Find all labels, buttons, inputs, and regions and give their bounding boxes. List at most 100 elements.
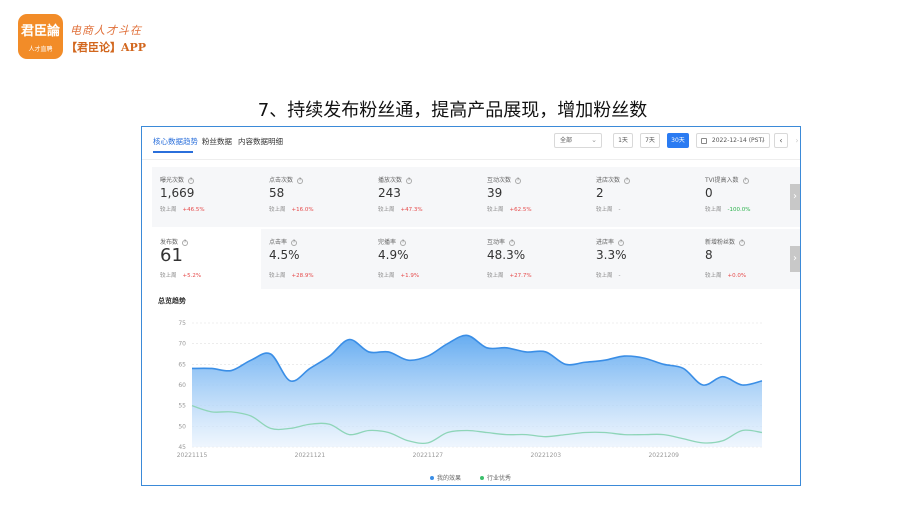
metric-label-text: 曝光次数	[160, 177, 185, 184]
legend-label[interactable]: 我的效果	[437, 474, 461, 482]
metric-value: 48.3%	[487, 248, 526, 262]
y-tick-label: 45	[178, 444, 186, 451]
tab-fans-data[interactable]: 粉丝数据	[202, 136, 232, 147]
metric-compare: 较上周 +5.2%	[160, 271, 201, 279]
metric-compare: 较上周 -100.0%	[705, 205, 750, 213]
metric-label-text: 播放次数	[378, 177, 403, 184]
compare-label: 较上周	[705, 207, 722, 213]
tab-core-trends[interactable]: 核心数据趋势	[153, 136, 198, 147]
next-date-button[interactable]: ›	[790, 133, 800, 148]
help-icon[interactable]: ?	[739, 239, 746, 246]
active-tab-indicator	[153, 151, 193, 153]
compare-label: 较上周	[160, 207, 177, 213]
filter-select-value: 全部	[560, 137, 573, 144]
logo-subtext: 人才直聘	[28, 46, 53, 53]
metric-card[interactable]: 进店率? 3.3% 较上周 -	[588, 229, 697, 289]
metric-delta: +0.0%	[727, 273, 747, 279]
tab-bar: 核心数据趋势 粉丝数据 内容数据明细	[142, 127, 542, 155]
metric-delta: -	[618, 273, 621, 279]
trend-section-title: 总览趋势	[158, 297, 186, 305]
metric-card[interactable]: 互动次数? 39 较上周 +62.5%	[479, 167, 588, 227]
help-icon[interactable]: ?	[297, 177, 304, 184]
metric-label: 完播率?	[378, 237, 407, 246]
metric-label-text: 完播率	[378, 239, 397, 246]
scroll-right-button[interactable]: ›	[790, 246, 800, 272]
metric-delta: +28.9%	[291, 273, 314, 279]
y-tick-label: 65	[178, 361, 186, 368]
tab-content-details[interactable]: 内容数据明细	[238, 136, 283, 147]
metric-card[interactable]: 互动率? 48.3% 较上周 +27.7%	[479, 229, 588, 289]
help-icon[interactable]: ?	[509, 239, 516, 246]
compare-label: 较上周	[378, 207, 395, 213]
compare-label: 较上周	[487, 207, 504, 213]
metric-label-text: 新增粉丝数	[705, 239, 736, 246]
calendar-icon	[701, 137, 707, 144]
metric-value: 4.9%	[378, 248, 409, 262]
brand-app-name: 【君臣论】APP	[66, 41, 147, 54]
metric-value: 243	[378, 186, 401, 200]
metric-label: 互动次数?	[487, 175, 522, 184]
compare-label: 较上周	[269, 207, 286, 213]
y-tick-label: 50	[178, 423, 186, 430]
metric-value: 3.3%	[596, 248, 627, 262]
prev-date-button[interactable]: ‹	[774, 133, 788, 148]
date-picker[interactable]: 2022-12-14 (PST) ⌄	[696, 133, 770, 148]
help-icon[interactable]: ?	[742, 177, 749, 184]
chevron-right-icon: ›	[793, 191, 797, 202]
metric-compare: 较上周 +28.9%	[269, 271, 314, 279]
help-icon[interactable]: ?	[515, 177, 522, 184]
x-tick-label: 20221115	[177, 452, 208, 459]
metric-compare: 较上周 +46.5%	[160, 205, 205, 213]
metric-value: 39	[487, 186, 503, 200]
metric-value: 58	[269, 186, 285, 200]
metric-delta: +47.3%	[400, 207, 423, 213]
header-divider	[142, 159, 800, 160]
help-icon[interactable]: ?	[182, 239, 189, 246]
compare-label: 较上周	[269, 273, 286, 279]
metric-value: 1,669	[160, 186, 195, 200]
metric-delta: +16.0%	[291, 207, 314, 213]
metric-card[interactable]: 点击次数? 58 较上周 +16.0%	[261, 167, 370, 227]
chevron-right-icon: ›	[795, 136, 799, 145]
help-icon[interactable]: ?	[618, 239, 625, 246]
range-1-day-button[interactable]: 1天	[613, 133, 633, 148]
metric-card-selected[interactable]: 发布数? 61 较上周 +5.2%	[152, 229, 261, 289]
legend-label[interactable]: 行业优秀	[487, 474, 511, 482]
compare-label: 较上周	[378, 273, 395, 279]
metric-label-text: 进店率	[596, 239, 615, 246]
range-7-day-button[interactable]: 7天	[640, 133, 660, 148]
compare-label: 较上周	[596, 207, 613, 213]
range-30-day-button[interactable]: 30天	[667, 133, 689, 148]
metric-card[interactable]: 新增粉丝数? 8 较上周 +0.0%	[697, 229, 800, 289]
metric-card[interactable]: TVI提高入数? 0 较上周 -100.0%	[697, 167, 800, 227]
metric-card[interactable]: 曝光次数? 1,669 较上周 +46.5%	[152, 167, 261, 227]
filter-select[interactable]: 全部 ⌄	[554, 133, 602, 148]
scroll-right-button[interactable]: ›	[790, 184, 800, 210]
help-icon[interactable]: ?	[400, 239, 407, 246]
help-icon[interactable]: ?	[406, 177, 413, 184]
x-tick-label: 20221209	[648, 452, 679, 459]
y-tick-label: 55	[178, 403, 186, 410]
metric-compare: 较上周 +47.3%	[378, 205, 423, 213]
metric-card[interactable]: 播放次数? 243 较上周 +47.3%	[370, 167, 479, 227]
metric-card[interactable]: 点击率? 4.5% 较上周 +28.9%	[261, 229, 370, 289]
metric-label-text: 互动次数	[487, 177, 512, 184]
help-icon[interactable]: ?	[624, 177, 631, 184]
metric-compare: 较上周 +16.0%	[269, 205, 314, 213]
brand-slogan: 电商人才斗在	[70, 24, 142, 37]
metric-card[interactable]: 进店次数? 2 较上周 -	[588, 167, 697, 227]
metric-value: 61	[160, 245, 183, 266]
help-icon[interactable]: ?	[188, 177, 195, 184]
metric-label: 播放次数?	[378, 175, 413, 184]
metric-compare: 较上周 +62.5%	[487, 205, 532, 213]
y-tick-label: 70	[178, 341, 186, 348]
metric-label: 点击次数?	[269, 175, 304, 184]
metric-delta: -	[618, 207, 621, 213]
metric-label-text: TVI提高入数	[705, 177, 739, 184]
metric-card[interactable]: 完播率? 4.9% 较上周 +1.9%	[370, 229, 479, 289]
y-tick-label: 75	[178, 320, 186, 327]
metric-label: 曝光次数?	[160, 175, 195, 184]
help-icon[interactable]: ?	[291, 239, 298, 246]
metric-compare: 较上周 +27.7%	[487, 271, 532, 279]
legend-marker	[480, 476, 484, 480]
